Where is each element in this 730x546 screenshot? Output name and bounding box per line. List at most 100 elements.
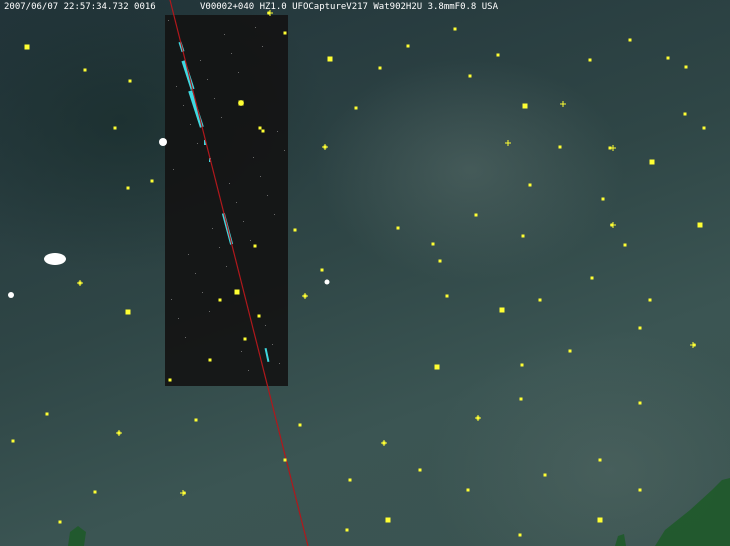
star-marker xyxy=(568,349,572,353)
star-marker xyxy=(298,423,302,427)
star-marker xyxy=(499,307,505,313)
star-marker xyxy=(93,490,97,494)
camera-info-label: V00002+040 HZ1.0 UFOCaptureV217 Wat902H2… xyxy=(200,2,499,12)
panel-noise-dot xyxy=(195,273,196,274)
panel-noise-dot xyxy=(219,247,220,248)
star-marker xyxy=(327,56,333,62)
meteor-capture-frame: 2007/06/07 22:57:34.732 0016 V00002+040 … xyxy=(0,0,730,546)
star-marker xyxy=(431,242,435,246)
panel-noise-dot xyxy=(168,20,169,21)
star-marker xyxy=(24,44,30,50)
panel-noise-dot xyxy=(188,254,189,255)
star-marker xyxy=(558,145,562,149)
bright-blob xyxy=(159,138,167,146)
star-marker xyxy=(474,213,478,217)
star-marker xyxy=(648,298,652,302)
star-marker xyxy=(11,439,15,443)
panel-noise-dot xyxy=(221,117,222,118)
star-marker xyxy=(208,358,212,362)
star-cross-marker xyxy=(690,342,696,348)
bright-blob xyxy=(324,279,330,285)
panel-noise-dot xyxy=(238,72,239,73)
star-marker xyxy=(438,259,442,263)
panel-noise-dot xyxy=(200,60,201,61)
detection-panel xyxy=(165,15,288,386)
star-marker xyxy=(257,314,261,318)
panel-noise-dot xyxy=(176,86,177,87)
star-markers xyxy=(11,10,706,537)
star-marker xyxy=(649,159,655,165)
star-cross-marker xyxy=(77,280,83,286)
panel-noise-dot xyxy=(197,143,198,144)
star-marker xyxy=(45,412,49,416)
star-marker xyxy=(538,298,542,302)
star-marker xyxy=(396,226,400,230)
star-marker xyxy=(702,126,706,130)
star-cross-marker xyxy=(116,430,122,436)
star-marker xyxy=(261,129,265,133)
panel-noise-dot xyxy=(214,98,215,99)
star-marker xyxy=(218,298,222,302)
star-marker xyxy=(385,517,391,523)
panel-noise-dot xyxy=(243,221,244,222)
star-cross-marker xyxy=(322,144,328,150)
star-marker xyxy=(293,228,297,232)
star-marker xyxy=(445,294,449,298)
tree-silhouette xyxy=(615,534,626,546)
tree-silhouette xyxy=(655,478,730,546)
panel-noise-dot xyxy=(265,325,266,326)
bright-blob xyxy=(44,253,66,265)
vegetation xyxy=(68,478,730,546)
panel-noise-dot xyxy=(284,150,285,151)
star-marker xyxy=(126,186,130,190)
panel-noise-dot xyxy=(226,266,227,267)
star-marker xyxy=(543,473,547,477)
star-cross-marker xyxy=(302,293,308,299)
star-marker xyxy=(243,337,247,341)
panel-noise-dot xyxy=(241,351,242,352)
panel-noise-dot xyxy=(171,299,172,300)
star-marker xyxy=(597,517,603,523)
star-marker xyxy=(466,488,470,492)
panel-noise-dot xyxy=(229,183,230,184)
star-marker xyxy=(598,458,602,462)
star-marker xyxy=(58,520,62,524)
capture-overlay xyxy=(8,0,730,546)
star-cross-marker xyxy=(560,101,566,107)
star-marker xyxy=(468,74,472,78)
star-marker xyxy=(283,31,287,35)
star-marker xyxy=(521,234,525,238)
star-cross-marker xyxy=(180,490,186,496)
star-marker xyxy=(638,326,642,330)
star-marker xyxy=(697,222,703,228)
star-marker xyxy=(528,183,532,187)
panel-noise-dot xyxy=(178,318,179,319)
star-cross-marker xyxy=(381,440,387,446)
star-marker xyxy=(113,126,117,130)
star-marker xyxy=(588,58,592,62)
panel-noise-dot xyxy=(262,46,263,47)
panel-noise-dot xyxy=(236,202,237,203)
star-marker xyxy=(590,276,594,280)
star-marker xyxy=(258,126,262,130)
star-marker xyxy=(684,65,688,69)
panel-noise-dot xyxy=(255,27,256,28)
panel-noise-dot xyxy=(250,240,251,241)
panel-noise-dot xyxy=(274,214,275,215)
tree-silhouette xyxy=(68,526,86,546)
panel-noise-dot xyxy=(185,337,186,338)
panel-noise-dot xyxy=(224,34,225,35)
star-marker xyxy=(283,458,287,462)
star-marker xyxy=(418,468,422,472)
bright-blob xyxy=(8,292,14,298)
star-marker xyxy=(378,66,382,70)
star-marker xyxy=(518,533,522,537)
panel-noise-dot xyxy=(267,195,268,196)
panel-noise-dot xyxy=(279,363,280,364)
timestamp-frame-label: 2007/06/07 22:57:34.732 0016 xyxy=(4,2,156,12)
star-marker xyxy=(623,243,627,247)
panel-noise-dot xyxy=(209,311,210,312)
panel-noise-dot xyxy=(260,176,261,177)
panel-noise-dot xyxy=(183,105,184,106)
panel-noise-dot xyxy=(190,124,191,125)
